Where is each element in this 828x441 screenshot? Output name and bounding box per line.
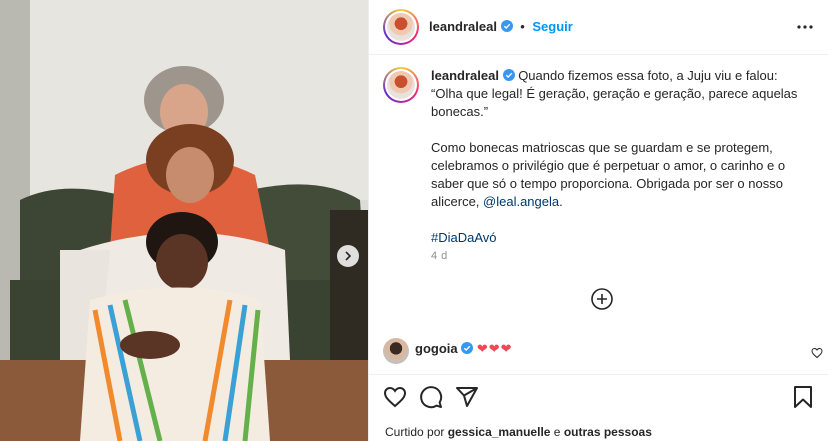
- caption-paragraph-1: leandraleal Quando fizemos essa foto, a …: [431, 67, 801, 121]
- comment-row: gogoia ❤❤❤: [383, 338, 823, 364]
- commenter-avatar[interactable]: [383, 338, 409, 364]
- comment-body: gogoia ❤❤❤: [415, 341, 513, 357]
- mention-link[interactable]: @leal.angela: [483, 194, 559, 209]
- caption-text-2-end: .: [559, 194, 563, 209]
- header-user-line: leandraleal • Seguir: [429, 19, 573, 34]
- follow-button[interactable]: Seguir: [532, 19, 572, 34]
- more-options-icon[interactable]: [795, 17, 815, 37]
- post-actions-bar: Curtido por gessica_manuelle e outras pe…: [369, 374, 828, 441]
- commenter-username[interactable]: gogoia: [415, 341, 458, 356]
- liked-middle: e: [553, 425, 561, 439]
- share-icon[interactable]: [455, 385, 479, 409]
- liked-user[interactable]: gessica_manuelle: [448, 425, 551, 439]
- hashtag-link[interactable]: #DiaDaAvó: [431, 230, 497, 245]
- caption-paragraph-3: #DiaDaAvó: [431, 229, 801, 247]
- post-timestamp[interactable]: 4 d: [431, 250, 448, 262]
- verified-badge-icon: [500, 20, 513, 32]
- load-more-comments-icon[interactable]: [591, 288, 613, 310]
- author-avatar[interactable]: [383, 9, 419, 45]
- caption-paragraph-2: Como bonecas matrioscas que se guardam e…: [431, 139, 801, 211]
- caption-author-avatar[interactable]: [383, 67, 419, 103]
- post-photo[interactable]: [0, 0, 368, 441]
- verified-badge-icon: [502, 69, 515, 81]
- post-header: leandraleal • Seguir: [369, 0, 828, 55]
- liked-others[interactable]: outras pessoas: [564, 425, 652, 439]
- post-modal: leandraleal • Seguir leandraleal Quando …: [0, 0, 828, 441]
- save-icon[interactable]: [791, 385, 815, 409]
- separator-dot: •: [520, 19, 525, 34]
- heart-icon[interactable]: [383, 385, 407, 409]
- post-side-panel: leandraleal • Seguir leandraleal Quando …: [368, 0, 828, 441]
- liked-prefix: Curtido por: [385, 425, 445, 439]
- comment-heart-icon[interactable]: [811, 347, 823, 359]
- photo-image: [0, 0, 368, 441]
- post-caption: leandraleal Quando fizemos essa foto, a …: [431, 67, 801, 265]
- comment-icon[interactable]: [419, 385, 443, 409]
- liked-by-text: Curtido por gessica_manuelle e outras pe…: [385, 425, 652, 439]
- comment-hearts: ❤❤❤: [476, 341, 513, 356]
- next-photo-button[interactable]: [337, 245, 359, 267]
- caption-username[interactable]: leandraleal: [431, 68, 499, 83]
- header-username[interactable]: leandraleal: [429, 19, 497, 34]
- chevron-right-icon: [345, 251, 352, 261]
- verified-badge-icon: [461, 342, 474, 354]
